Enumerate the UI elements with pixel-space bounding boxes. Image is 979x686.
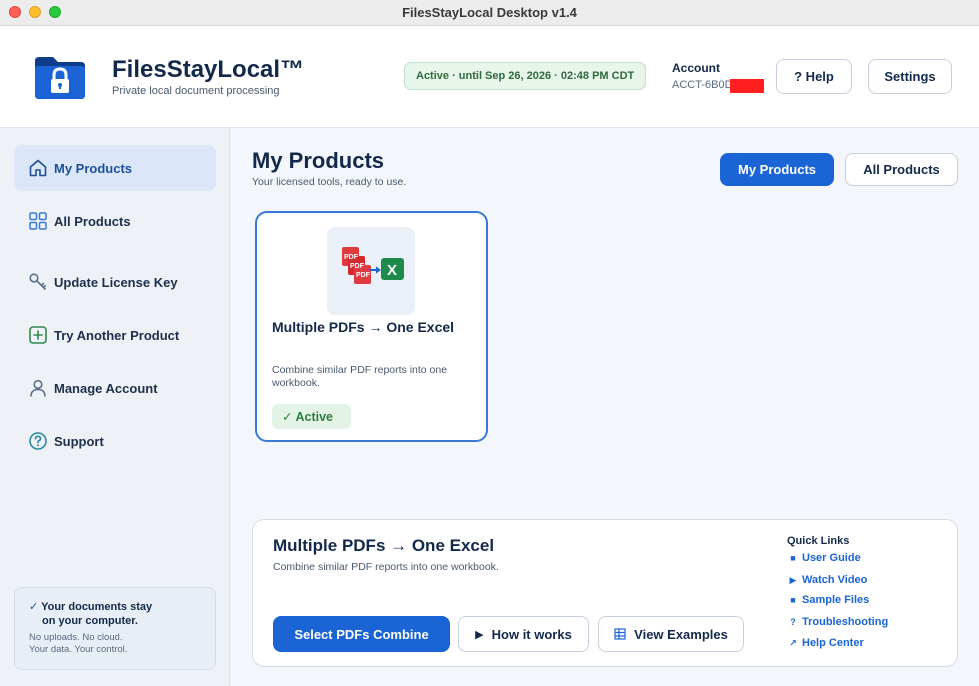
home-icon [29,159,47,177]
privacy-line1: No uploads. No cloud. [29,632,123,643]
file-icon: ■ [790,595,796,605]
app-header: FilesStayLocal™ Private local document p… [0,26,979,128]
book-icon: ■ [790,553,796,563]
page-subtitle: Your licensed tools, ready to use. [252,176,407,188]
sidebar: My Products All Products Update License … [0,128,230,686]
quick-link-label: Help Center [802,637,864,649]
page-title: My Products [252,148,385,173]
how-it-works-label: How it works [491,626,572,642]
sidebar-item-label: My Products [54,160,133,176]
window-title: FilesStayLocal Desktop v1.4 [402,5,577,20]
user-icon [30,379,46,397]
folder-lock-logo-icon [35,57,85,99]
plus-square-icon [29,326,47,344]
sidebar-item-label: Try Another Product [54,327,180,343]
external-link-icon: ↗ [789,637,797,648]
key-icon [29,273,47,290]
product-detail-panel: Multiple PDFs → One Excel Combine simila… [252,519,958,667]
play-icon: ▶ [789,574,797,585]
check-icon: ✓ [29,601,39,613]
privacy-line2: Your data. Your control. [29,644,128,655]
title-bar: FilesStayLocal Desktop v1.4 [0,0,979,26]
quick-link-label: Troubleshooting [802,616,889,628]
pdf-label-1: PDF [344,254,359,261]
pdf-label-3: PDF [356,272,371,279]
brand-tagline: Private local document processing [112,85,280,97]
account-id: ACCT-6B0D [672,79,733,91]
play-icon: ▶ [475,628,484,641]
quick-link-label: User Guide [802,552,861,564]
question-circle-icon [29,432,47,450]
sidebar-item-update-license-key[interactable]: Update License Key [14,259,216,305]
privacy-subtext: No uploads. No cloud. Your data. Your co… [29,632,201,656]
pdf-to-excel-graphic: PDF PDF PDF X [342,247,404,284]
view-examples-label: View Examples [634,626,728,642]
product-card-title: Multiple PDFs → One Excel [272,319,455,335]
sidebar-item-label: Manage Account [54,380,158,396]
settings-button[interactable]: Settings [868,59,952,94]
select-pdfs-combine-button[interactable]: Select PDFs Combine [273,616,450,652]
privacy-title: ✓ Your documents stay on your computer. [29,600,201,628]
quick-link-sample-files[interactable]: ■ Sample Files [787,594,869,606]
help-button[interactable]: ? Help [776,59,852,94]
product-card[interactable]: PDF PDF PDF X Multiple PDFs → One Excel … [255,211,488,442]
grid-icon [29,212,47,230]
detail-title: Multiple PDFs → One Excel [273,536,495,555]
sidebar-item-try-another-product[interactable]: Try Another Product [14,312,216,358]
quick-link-label: Watch Video [802,574,868,586]
sidebar-item-my-products[interactable]: My Products [14,145,216,191]
how-it-works-button[interactable]: ▶ How it works [458,616,589,652]
product-card-description: Combine similar PDF reports into one wor… [272,364,448,389]
quick-link-watch-video[interactable]: ▶ Watch Video [787,574,868,586]
detail-description: Combine similar PDF reports into one wor… [273,561,499,573]
question-icon: ? [790,617,796,627]
all-products-toggle-button[interactable]: All Products [845,153,958,186]
sidebar-item-label: Update License Key [54,274,178,290]
license-status-badge: Active · until Sep 26, 2026 · 02:48 PM C… [404,62,647,90]
pdf-label-2: PDF [350,263,365,270]
privacy-title-line1: Your documents stay [41,601,153,613]
sidebar-item-manage-account[interactable]: Manage Account [14,365,216,411]
privacy-note: ✓ Your documents stay on your computer. … [14,587,216,670]
privacy-title-line2: on your computer. [42,615,138,627]
excel-label: X [387,262,397,279]
sidebar-item-label: Support [54,433,104,449]
sidebar-item-label: All Products [54,213,131,229]
quick-link-label: Sample Files [802,594,870,606]
pdf-to-excel-icon: PDF PDF PDF X [327,227,415,315]
redaction-mark [730,79,764,93]
quick-links-title: Quick Links [787,535,850,547]
quick-link-user-guide[interactable]: ■ User Guide [787,552,861,564]
quick-link-troubleshooting[interactable]: ? Troubleshooting [787,616,888,628]
my-products-toggle-button[interactable]: My Products [720,153,834,186]
quick-link-help-center[interactable]: ↗ Help Center [787,637,864,649]
active-status-badge: ✓ Active [272,404,351,429]
sidebar-item-support[interactable]: Support [14,418,216,464]
sidebar-item-all-products[interactable]: All Products [14,198,216,244]
account-label: Account [672,61,720,75]
view-examples-button[interactable]: View Examples [598,616,744,652]
table-icon [614,628,626,640]
brand-name: FilesStayLocal™ [112,56,305,83]
